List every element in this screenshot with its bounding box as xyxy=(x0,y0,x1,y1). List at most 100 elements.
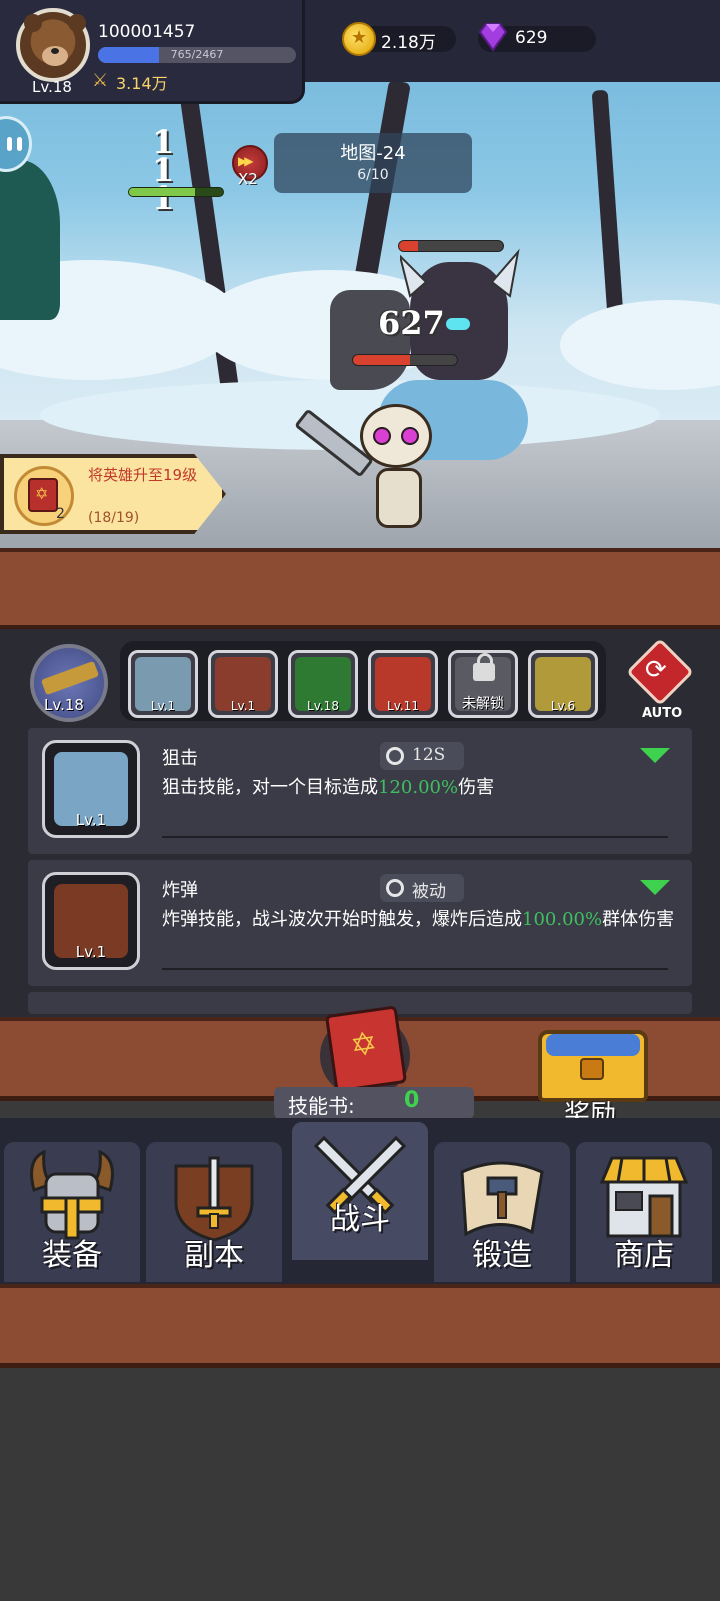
gold-coin-icon xyxy=(342,22,376,56)
skeleton-hero xyxy=(376,468,422,528)
crossed-swords-icon: ⚔ xyxy=(92,70,109,91)
damage-number: 627 xyxy=(378,304,445,342)
bubble-mark xyxy=(17,137,22,151)
enemy-hp-fill xyxy=(353,355,411,365)
bear-nose xyxy=(51,48,59,54)
snow-hill xyxy=(560,300,720,390)
pine-tree xyxy=(0,160,60,320)
wood-plank xyxy=(0,1284,720,1368)
map-name: 地图-24 xyxy=(340,143,406,164)
wood-plank xyxy=(0,548,720,630)
combat-power: 3.14万 xyxy=(116,74,168,93)
hero-weapon-level: Lv.18 xyxy=(44,696,84,714)
nav-label: 战斗 xyxy=(330,1202,390,1237)
desc-text: 狙击技能，对一个目标造成 xyxy=(162,777,378,798)
skill-slot-level: Lv.11 xyxy=(387,699,419,713)
clock-icon xyxy=(386,747,404,765)
skill-description: 炸弹技能，战斗波次开始时触发，爆炸后造成100.00%群体伤害 xyxy=(162,908,682,932)
skill-icon-frame: Lv.1 xyxy=(42,872,140,970)
desc-highlight: 100.00% xyxy=(522,909,603,930)
refresh-icon: ⟳ xyxy=(645,655,667,685)
nav-label: 锻造 xyxy=(472,1238,532,1273)
skill-slot[interactable]: Lv.18 xyxy=(288,650,358,718)
desc-highlight: 120.00% xyxy=(378,777,459,798)
skill-book-icon[interactable] xyxy=(324,1005,408,1093)
player-id: 100001457 xyxy=(98,22,196,42)
skill-name: 狙击 xyxy=(162,748,198,769)
gem-amount: 629 xyxy=(515,28,548,48)
nav-battle[interactable]: 战斗 xyxy=(292,1122,428,1260)
quest-progress: (18/19) xyxy=(88,510,140,526)
chest-lid xyxy=(546,1034,640,1056)
divider xyxy=(162,836,668,838)
desc-text: 群体伤害 xyxy=(602,909,675,930)
nav-dungeon[interactable]: 副本 xyxy=(146,1142,282,1282)
auto-label: AUTO xyxy=(642,706,683,721)
nav-label: 装备 xyxy=(42,1238,102,1273)
skill-slot-level: Lv.1 xyxy=(230,699,256,713)
skill-level: Lv.1 xyxy=(75,943,107,961)
map-info: 地图-24 6/10 xyxy=(274,133,472,193)
cooldown-text: 被动 xyxy=(412,882,446,902)
skill-cooldown: 被动 xyxy=(380,874,464,902)
skill-slot[interactable]: Lv.1 xyxy=(128,650,198,718)
exp-text: 765/2467 xyxy=(170,48,224,61)
skill-slot-locked[interactable]: 未解锁 xyxy=(448,650,518,718)
chest-lock-icon xyxy=(580,1058,604,1080)
player-level: Lv.18 xyxy=(32,78,72,96)
skill-card[interactable]: Lv.1 炸弹 被动 炸弹技能，战斗波次开始时触发，爆炸后造成100.00%群体… xyxy=(28,860,692,986)
nav-shop[interactable]: 商店 xyxy=(576,1142,712,1282)
desc-text: 炸弹技能，战斗波次开始时触发，爆炸后造成 xyxy=(162,909,522,930)
skill-description: 狙击技能，对一个目标造成120.00%伤害 xyxy=(162,776,682,800)
wave-progress: 6/10 xyxy=(357,167,389,183)
quest-text: 将英雄升至19级 xyxy=(88,466,198,484)
shop-icon xyxy=(599,1156,689,1238)
enemy-horns xyxy=(400,248,520,298)
skill-slot[interactable]: Lv.11 xyxy=(368,650,438,718)
skill-book-value: 0 xyxy=(404,1088,420,1113)
nav-label: 商店 xyxy=(614,1238,674,1273)
hit-counter: 1 1 1 xyxy=(152,123,175,217)
skeleton-eye xyxy=(373,427,391,445)
nav-forge[interactable]: 锻造 xyxy=(434,1142,570,1282)
enemy-hp-bar xyxy=(352,354,458,366)
skill-slot-level: Lv.6 xyxy=(550,699,576,713)
skill-icon-frame: Lv.1 xyxy=(42,740,140,838)
speed-label: X2 xyxy=(238,170,258,188)
divider xyxy=(162,968,668,970)
scroll-hammer-icon xyxy=(460,1161,544,1237)
bear-ear xyxy=(68,14,86,32)
clock-icon xyxy=(386,879,404,897)
skeleton-eye xyxy=(401,427,419,445)
empty-area xyxy=(0,1368,720,1601)
expand-caret-icon[interactable] xyxy=(640,880,670,895)
skill-name: 炸弹 xyxy=(162,880,198,901)
gold-amount: 2.18万 xyxy=(381,33,436,53)
expand-caret-icon[interactable] xyxy=(640,748,670,763)
nav-label: 副本 xyxy=(184,1238,244,1273)
skill-card[interactable]: Lv.1 狙击 12S 狙击技能，对一个目标造成120.00%伤害 xyxy=(28,728,692,854)
nav-equipment[interactable]: 装备 xyxy=(4,1142,140,1282)
skill-slot[interactable]: Lv.6 xyxy=(528,650,598,718)
enemy-eye xyxy=(446,318,470,330)
skill-slot[interactable]: Lv.1 xyxy=(208,650,278,718)
hero-hp-bar xyxy=(128,187,224,197)
skill-slot-level: Lv.18 xyxy=(307,699,339,713)
skill-cooldown: 12S xyxy=(380,742,464,770)
bear-ear xyxy=(24,14,42,32)
lock-icon xyxy=(473,653,495,681)
skeleton-head xyxy=(360,404,432,468)
skill-level: Lv.1 xyxy=(75,811,107,829)
sword-shield-icon xyxy=(174,1156,254,1242)
skill-slot-level: 未解锁 xyxy=(462,696,504,712)
skill-slot-level: Lv.1 xyxy=(150,699,176,713)
snow-ground xyxy=(40,380,660,450)
quest-reward-count: 2 xyxy=(56,506,65,522)
bubble-mark xyxy=(7,137,12,151)
tree-trunk xyxy=(591,89,625,331)
skill-book-icon xyxy=(28,478,58,512)
desc-text: 伤害 xyxy=(458,777,495,798)
avatar[interactable] xyxy=(16,8,90,82)
hero-hp-fill xyxy=(129,188,195,196)
purple-gem-icon xyxy=(478,23,508,52)
